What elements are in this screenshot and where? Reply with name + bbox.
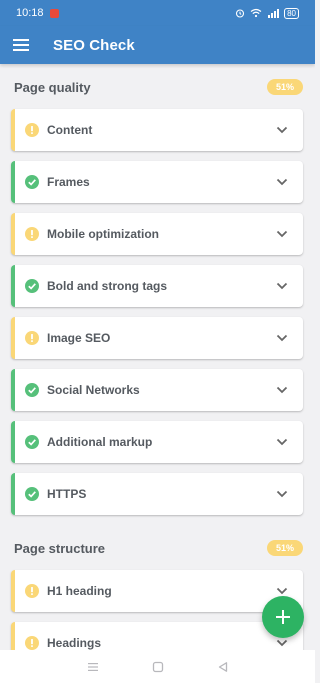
chevron-down-icon[interactable] xyxy=(275,331,289,345)
check-item-label: HTTPS xyxy=(47,487,87,501)
exclamation-circle-icon xyxy=(25,227,39,241)
chevron-down-icon[interactable] xyxy=(275,227,289,241)
check-item-social-networks[interactable]: Social Networks xyxy=(11,369,303,411)
status-left: 10:18 xyxy=(16,7,59,19)
chevron-down-icon[interactable] xyxy=(275,435,289,449)
check-item-content[interactable]: Content xyxy=(11,109,303,151)
hamburger-menu-icon xyxy=(13,39,29,51)
check-item-headings[interactable]: Headings xyxy=(11,622,303,650)
add-fab-button[interactable] xyxy=(262,596,304,638)
chevron-down-icon[interactable] xyxy=(275,123,289,137)
recent-apps-button[interactable] xyxy=(83,657,103,677)
screen: 10:18 80 SEO Check Page quality 51% Cont… xyxy=(0,0,315,683)
check-item-label: Mobile optimization xyxy=(47,227,159,241)
check-circle-icon xyxy=(25,435,39,449)
status-bar: 10:18 80 xyxy=(0,0,315,26)
check-circle-icon xyxy=(25,487,39,501)
exclamation-circle-icon xyxy=(25,636,39,650)
system-nav-bar xyxy=(0,650,315,683)
status-time: 10:18 xyxy=(16,7,44,19)
check-item-label: Content xyxy=(47,123,93,137)
chevron-down-icon[interactable] xyxy=(275,487,289,501)
chevron-down-icon[interactable] xyxy=(275,636,289,650)
wifi-icon xyxy=(250,8,262,18)
results-list[interactable]: Page quality 51% Content Frames Mobile o… xyxy=(0,64,315,650)
check-item-label: H1 heading xyxy=(47,584,112,598)
home-button[interactable] xyxy=(148,657,168,677)
back-button[interactable] xyxy=(213,657,233,677)
check-circle-icon xyxy=(25,279,39,293)
check-item-image-seo[interactable]: Image SEO xyxy=(11,317,303,359)
signal-icon xyxy=(268,9,280,18)
chevron-down-icon[interactable] xyxy=(275,175,289,189)
home-icon xyxy=(152,661,163,672)
section-header-page-quality: Page quality 51% xyxy=(14,75,303,99)
plus-icon xyxy=(276,610,290,624)
chevron-down-icon[interactable] xyxy=(275,279,289,293)
recent-apps-icon xyxy=(87,662,98,671)
check-circle-icon xyxy=(25,175,39,189)
score-badge: 51% xyxy=(266,79,303,95)
chevron-down-icon[interactable] xyxy=(275,383,289,397)
check-item-h1-heading[interactable]: H1 heading xyxy=(11,570,303,612)
section-header-page-structure: Page structure 51% xyxy=(14,536,303,560)
back-icon xyxy=(218,661,227,672)
exclamation-circle-icon xyxy=(25,331,39,345)
check-item-label: Frames xyxy=(47,175,90,189)
check-item-bold-and-strong-tags[interactable]: Bold and strong tags xyxy=(11,265,303,307)
app-bar: SEO Check xyxy=(0,26,315,64)
check-item-label: Image SEO xyxy=(47,331,111,345)
exclamation-circle-icon xyxy=(25,123,39,137)
check-item-label: Social Networks xyxy=(47,383,140,397)
check-circle-icon xyxy=(25,383,39,397)
status-right: 80 xyxy=(235,7,299,19)
exclamation-circle-icon xyxy=(25,584,39,598)
check-item-additional-markup[interactable]: Additional markup xyxy=(11,421,303,463)
check-item-mobile-optimization[interactable]: Mobile optimization xyxy=(11,213,303,255)
battery-indicator: 80 xyxy=(284,7,299,19)
alarm-icon xyxy=(236,9,245,18)
check-item-label: Additional markup xyxy=(47,435,153,449)
check-item-https[interactable]: HTTPS xyxy=(11,473,303,515)
menu-button[interactable] xyxy=(13,36,35,54)
check-item-label: Bold and strong tags xyxy=(47,279,167,293)
notification-icon xyxy=(49,8,59,18)
app-title: SEO Check xyxy=(53,36,135,54)
check-item-label: Headings xyxy=(47,636,102,650)
score-badge: 51% xyxy=(266,540,303,556)
section-title: Page structure xyxy=(14,540,106,556)
check-item-frames[interactable]: Frames xyxy=(11,161,303,203)
section-title: Page quality xyxy=(14,79,91,95)
